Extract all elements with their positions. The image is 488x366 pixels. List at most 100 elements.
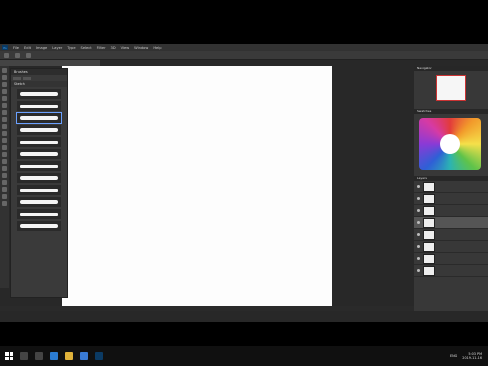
visibility-eye-icon[interactable]: [417, 209, 420, 212]
system-tray: ENG 5:03 PM 2019-11-16: [450, 352, 488, 360]
hand-tool-icon[interactable]: [2, 194, 7, 199]
windows-start-icon[interactable]: [5, 352, 13, 360]
windows-taskbar: ENG 5:03 PM 2019-11-16: [0, 346, 488, 366]
clone-stamp-tool-icon[interactable]: [2, 124, 7, 129]
brush-hardness-slider[interactable]: [23, 76, 31, 80]
zoom-tool-icon[interactable]: [2, 201, 7, 206]
eyedropper-tool-icon[interactable]: [2, 103, 7, 108]
brush-preset[interactable]: [17, 161, 61, 171]
brush-tool-icon[interactable]: [2, 117, 7, 122]
navigator-preview[interactable]: [436, 75, 466, 101]
brush-preset[interactable]: [17, 185, 61, 195]
photoshop-logo-icon: Ps: [2, 45, 8, 50]
crop-tool-icon[interactable]: [2, 96, 7, 101]
move-tool-icon[interactable]: [2, 68, 7, 73]
menu-image[interactable]: Image: [36, 46, 47, 50]
visibility-eye-icon[interactable]: [417, 257, 420, 260]
menu-file[interactable]: File: [13, 46, 19, 50]
brush-preset[interactable]: [17, 149, 61, 159]
brush-preset[interactable]: [17, 209, 61, 219]
document-canvas[interactable]: [62, 66, 332, 306]
marquee-tool-icon[interactable]: [2, 75, 7, 80]
path-select-tool-icon[interactable]: [2, 180, 7, 185]
menu-filter[interactable]: Filter: [97, 46, 106, 50]
menu-view[interactable]: View: [121, 46, 130, 50]
shape-tool-icon[interactable]: [2, 187, 7, 192]
brush-preset[interactable]: [17, 173, 61, 183]
layer-row[interactable]: [414, 181, 488, 193]
brush-folder[interactable]: Sketch: [11, 81, 67, 87]
navigator-panel: [414, 71, 488, 109]
smudge-tool-icon[interactable]: [2, 152, 7, 157]
menu-help[interactable]: Help: [153, 46, 161, 50]
menu-edit[interactable]: Edit: [24, 46, 31, 50]
menu-type[interactable]: Type: [67, 46, 75, 50]
brush-preset[interactable]: [17, 137, 61, 147]
menu-select[interactable]: Select: [81, 46, 92, 50]
layer-row[interactable]: [414, 193, 488, 205]
quick-select-tool-icon[interactable]: [2, 89, 7, 94]
visibility-eye-icon[interactable]: [417, 221, 420, 224]
layer-row[interactable]: [414, 241, 488, 253]
layer-thumbnail: [423, 241, 435, 252]
photoshop-window: Ps File Edit Image Layer Type Select Fil…: [0, 44, 488, 366]
store-icon[interactable]: [80, 352, 88, 360]
lasso-tool-icon[interactable]: [2, 82, 7, 87]
layer-thumbnail: [423, 217, 435, 228]
layer-row[interactable]: [414, 265, 488, 277]
layer-thumbnail: [423, 265, 435, 276]
visibility-eye-icon[interactable]: [417, 185, 420, 188]
brush-presets-panel: Brushes Sketch: [10, 68, 68, 298]
menu-window[interactable]: Window: [134, 46, 148, 50]
history-brush-tool-icon[interactable]: [2, 131, 7, 136]
visibility-eye-icon[interactable]: [417, 245, 420, 248]
dodge-tool-icon[interactable]: [2, 159, 7, 164]
visibility-eye-icon[interactable]: [417, 269, 420, 272]
edge-icon[interactable]: [50, 352, 58, 360]
status-bar: [0, 306, 414, 311]
layer-thumbnail: [423, 193, 435, 204]
brush-size-slider[interactable]: [13, 76, 21, 80]
clock-date: 2019-11-16: [462, 356, 482, 360]
pen-tool-icon[interactable]: [2, 166, 7, 171]
color-wheel[interactable]: [419, 118, 481, 170]
right-panels: Navigator Swatches Layers: [414, 66, 488, 311]
task-view-icon[interactable]: [35, 352, 43, 360]
visibility-eye-icon[interactable]: [417, 233, 420, 236]
canvas-area: [62, 66, 332, 306]
type-tool-icon[interactable]: [2, 173, 7, 178]
search-icon[interactable]: [20, 352, 28, 360]
brush-preset[interactable]: [17, 101, 61, 111]
menu-3d[interactable]: 3D: [111, 46, 116, 50]
tools-panel: [0, 66, 9, 288]
clock[interactable]: 5:03 PM 2019-11-16: [462, 352, 482, 360]
options-bar: [0, 51, 488, 60]
layer-thumbnail: [423, 181, 435, 192]
brush-preset[interactable]: [17, 221, 61, 231]
visibility-eye-icon[interactable]: [417, 197, 420, 200]
swatches-panel: [414, 114, 488, 176]
brush-preset[interactable]: [17, 125, 61, 135]
menu-layer[interactable]: Layer: [52, 46, 62, 50]
brush-tool-icon[interactable]: [4, 52, 9, 58]
healing-tool-icon[interactable]: [2, 110, 7, 115]
layer-thumbnail: [423, 205, 435, 216]
layer-row[interactable]: [414, 205, 488, 217]
layer-thumbnail: [423, 253, 435, 264]
brush-preset-selected[interactable]: [16, 112, 62, 124]
photoshop-icon[interactable]: [95, 352, 103, 360]
layers-panel: [414, 181, 488, 311]
menu-bar: Ps File Edit Image Layer Type Select Fil…: [0, 44, 488, 51]
layer-thumbnail: [423, 229, 435, 240]
brush-settings-icon[interactable]: [26, 52, 31, 58]
brush-preset[interactable]: [17, 197, 61, 207]
brush-preset[interactable]: [17, 89, 61, 99]
gradient-tool-icon[interactable]: [2, 145, 7, 150]
brush-size-picker-icon[interactable]: [15, 52, 20, 58]
file-explorer-icon[interactable]: [65, 352, 73, 360]
layer-row[interactable]: [414, 229, 488, 241]
layer-row[interactable]: [414, 253, 488, 265]
layer-row-active[interactable]: [414, 217, 488, 229]
language-indicator[interactable]: ENG: [450, 354, 457, 358]
eraser-tool-icon[interactable]: [2, 138, 7, 143]
